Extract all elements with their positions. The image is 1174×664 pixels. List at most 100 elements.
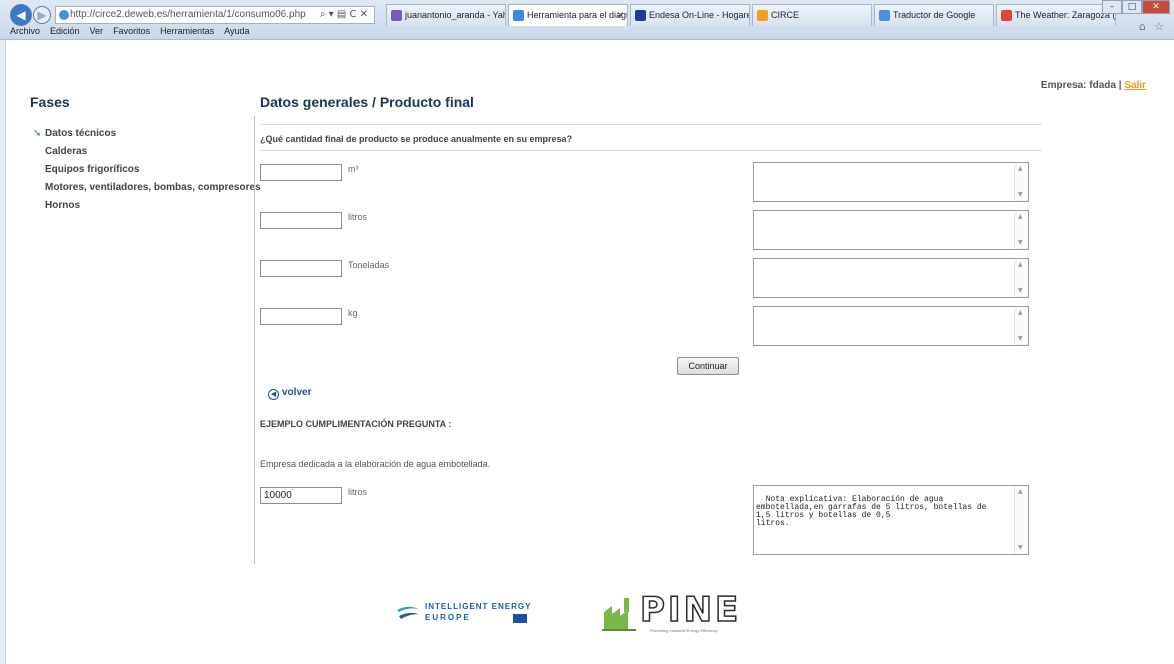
question-text: ¿Qué cantidad final de producto se produ… <box>260 134 573 144</box>
tab-favicon-icon <box>1001 10 1012 21</box>
window-controls: – □ ✕ <box>1102 0 1170 14</box>
menu-bar: Archivo Edición Ver Favoritos Herramientas Ay… <box>0 26 259 40</box>
sidebar-item-label: Motores, ventiladores, bombas, compresor… <box>45 182 261 193</box>
empresa-header: Empresa: fdada | Salir <box>1041 80 1146 91</box>
volver-label: volver <box>282 387 312 398</box>
tab-label: CIRCE <box>771 10 800 20</box>
note-textarea[interactable]: ▲ ▼ <box>753 210 1029 250</box>
tab-label: Traductor de Google <box>893 10 976 20</box>
tab-favicon-icon <box>513 10 524 21</box>
intelligent-energy-europe-logo: INTELLIGENT ENERGY EUROPE <box>395 600 595 626</box>
sidebar-item[interactable]: ➘ Datos técnicos <box>33 125 261 143</box>
note-textarea[interactable]: ▲ ▼ <box>753 258 1029 298</box>
sidebar-item[interactable]: Equipos frigoríficos <box>33 161 261 179</box>
quantity-input[interactable] <box>260 212 342 229</box>
address-url: http://circe2.deweb.es/herramienta/1/con… <box>70 9 306 20</box>
page-favicon-icon <box>59 10 69 20</box>
menu-item[interactable]: Ver <box>90 26 104 40</box>
quantity-field-row: m³ <box>260 162 359 181</box>
example-note-text: Nota explicativa: Elaboración de agua em… <box>756 495 987 528</box>
example-description: Empresa dedicada a la elaboración de agu… <box>260 459 491 469</box>
browser-tab[interactable]: The Weather: Zaragoza (Zarag... <box>996 4 1116 26</box>
browser-chrome: ◀ ▶ http://circe2.deweb.es/herramienta/1… <box>0 0 1174 40</box>
quantity-input[interactable] <box>260 164 342 181</box>
salir-link[interactable]: Salir <box>1124 80 1146 91</box>
volver-link[interactable]: ◀ volver <box>268 387 311 400</box>
sidebar-item[interactable]: Hornos <box>33 197 261 215</box>
unit-label: litros <box>348 212 368 222</box>
empresa-label: Empresa: fdada | <box>1040 80 1122 91</box>
example-field-row: litros <box>260 485 367 504</box>
example-quantity-input[interactable] <box>260 487 342 504</box>
tab-favicon-icon <box>879 10 890 21</box>
menu-item[interactable]: Archivo <box>10 26 40 40</box>
quantity-input[interactable] <box>260 260 342 277</box>
tab-label: The Weather: Zaragoza (Zarag... <box>1015 10 1116 20</box>
quantity-input[interactable] <box>260 308 342 325</box>
pine-factory-icon <box>602 598 636 631</box>
left-frame-edge <box>0 40 6 664</box>
sidebar-item[interactable]: Motores, ventiladores, bombas, compresor… <box>33 179 261 197</box>
back-circle-icon: ◀ <box>268 389 279 400</box>
browser-tab[interactable]: juanantonio_aranda - Yahoo! ... <box>386 4 506 26</box>
maximize-icon[interactable]: □ <box>1122 0 1142 14</box>
sidebar-item-label: Equipos frigoríficos <box>45 164 140 175</box>
menu-item[interactable]: Favoritos <box>113 26 150 40</box>
tab-favicon-icon <box>635 10 646 21</box>
continuar-button[interactable]: Continuar <box>677 357 739 375</box>
iee-swirl-icon <box>397 606 419 619</box>
iee-line2: EUROPE <box>425 613 471 622</box>
sidebar-phases: ➘ Datos técnicos Calderas Equipos frigorífi… <box>33 125 261 215</box>
unit-label: Toneladas <box>348 260 390 270</box>
sidebar-item[interactable]: Calderas <box>33 143 261 161</box>
browser-tab[interactable]: CIRCE <box>752 4 872 26</box>
sidebar-title: Fases <box>30 94 70 110</box>
textarea-scrollbar[interactable]: ▲ ▼ <box>1014 163 1028 201</box>
divider <box>260 124 1042 125</box>
tab-favicon-icon <box>391 10 402 21</box>
textarea-scrollbar[interactable]: ▲ ▼ <box>1014 211 1028 249</box>
example-heading: EJEMPLO CUMPLIMENTACIÓN PREGUNTA : <box>260 419 452 429</box>
note-textarea[interactable]: ▲ ▼ <box>753 162 1029 202</box>
back-arrow-icon[interactable]: ◀ <box>10 4 32 26</box>
menu-item[interactable]: Edición <box>50 26 80 40</box>
address-bar[interactable]: http://circe2.deweb.es/herramienta/1/con… <box>55 6 375 24</box>
divider <box>260 150 1042 151</box>
pine-wordmark: PINE <box>639 589 742 631</box>
tab-label: Herramienta para el diagnó... <box>527 10 627 20</box>
unit-label: kg <box>348 308 358 318</box>
quantity-field-row: kg <box>260 306 358 325</box>
browser-tab[interactable]: Herramienta para el diagnó...✕ <box>508 4 628 26</box>
menu-item[interactable]: Ayuda <box>224 26 249 40</box>
pine-logo: PINE Promoting Industrial Energy Efficie… <box>600 589 772 636</box>
forward-arrow-icon[interactable]: ▶ <box>33 6 51 24</box>
tab-favicon-icon <box>757 10 768 21</box>
iee-line1: INTELLIGENT ENERGY <box>425 602 532 611</box>
sidebar-item-label: Calderas <box>45 146 88 157</box>
column-divider <box>254 116 255 564</box>
textarea-scrollbar[interactable]: ▲ ▼ <box>1014 307 1028 345</box>
browser-tab[interactable]: Traductor de Google <box>874 4 994 26</box>
sidebar-item-label: Hornos <box>45 200 80 211</box>
unit-label: m³ <box>348 164 359 174</box>
menu-item[interactable]: Herramientas <box>160 26 214 40</box>
quantity-field-row: litros <box>260 210 367 229</box>
address-controls[interactable]: ⌕ ▾ ▤ C ✕ <box>320 7 368 23</box>
eu-flag-icon <box>513 614 527 623</box>
browser-tabs: juanantonio_aranda - Yahoo! ...Herramien… <box>386 4 1118 26</box>
textarea-scrollbar[interactable]: ▲ ▼ <box>1014 486 1028 554</box>
browser-tab[interactable]: Endesa On-Line - Hogares <box>630 4 750 26</box>
tab-close-icon[interactable]: ✕ <box>616 5 624 25</box>
note-textarea[interactable]: ▲ ▼ <box>753 306 1029 346</box>
textarea-scrollbar[interactable]: ▲ ▼ <box>1014 259 1028 297</box>
tab-label: juanantonio_aranda - Yahoo! ... <box>405 10 505 20</box>
close-icon[interactable]: ✕ <box>1142 0 1170 14</box>
example-unit-label: litros <box>348 487 368 497</box>
favorites-star-icon[interactable]: ☆ <box>1154 20 1164 33</box>
minimize-icon[interactable]: – <box>1102 0 1122 14</box>
quantity-field-row: Toneladas <box>260 258 389 277</box>
page-title: Datos generales / Producto final <box>260 94 474 110</box>
example-note-textarea[interactable]: Nota explicativa: Elaboración de agua em… <box>753 485 1029 555</box>
pine-tagline: Promoting Industrial Energy Efficiency <box>650 628 718 633</box>
home-icon[interactable]: ⌂ <box>1139 20 1146 33</box>
